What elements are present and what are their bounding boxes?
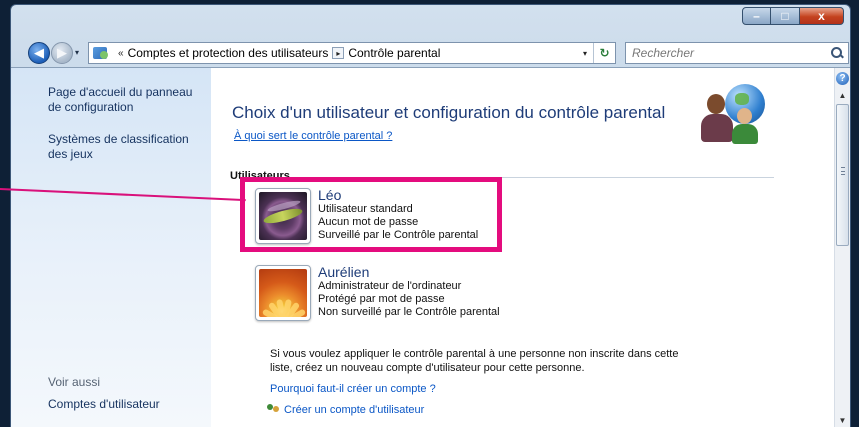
user-password-status: Protégé par mot de passe [318, 293, 445, 305]
users-icon [266, 404, 282, 416]
page-title: Choix d'un utilisateur et configuration … [232, 103, 666, 122]
address-dropdown-icon[interactable]: ▾ [577, 49, 593, 58]
history-dropdown-icon[interactable]: ▾ [75, 48, 79, 57]
minimize-button[interactable]: – [742, 7, 771, 25]
highlight-box [240, 177, 502, 252]
create-account-note: Si vous voulez appliquer le contrôle par… [270, 348, 679, 374]
search-box[interactable]: Rechercher [625, 42, 849, 64]
window-controls: – □ x [742, 7, 844, 25]
navigation-bar: ◀ ▶ ▾ « Comptes et protection des utilis… [11, 37, 850, 65]
address-bar[interactable]: « Comptes et protection des utilisateurs… [88, 42, 616, 64]
sidebar-link-game-ratings[interactable]: Systèmes de classification des jeux [48, 132, 208, 162]
create-account-link[interactable]: Créer un compte d'utilisateur [266, 404, 424, 416]
scrollbar-thumb[interactable] [836, 104, 849, 246]
control-panel-icon [92, 45, 110, 61]
search-icon[interactable] [831, 47, 843, 59]
user-tile-aurelien[interactable]: Aurélien Administrateur de l'ordinateur … [255, 265, 500, 321]
breadcrumb-separator-icon[interactable]: ▸ [332, 47, 345, 59]
user-name[interactable]: Aurélien [318, 265, 500, 280]
maximize-button[interactable]: □ [771, 7, 800, 25]
search-input[interactable]: Rechercher [632, 46, 694, 60]
help-icon[interactable]: ? [836, 72, 849, 85]
create-account-label[interactable]: Créer un compte d'utilisateur [284, 404, 424, 416]
scroll-up-icon[interactable]: ▲ [835, 87, 850, 103]
why-create-account-link[interactable]: Pourquoi faut-il créer un compte ? [270, 383, 436, 395]
close-button[interactable]: x [800, 7, 844, 25]
forward-button[interactable]: ▶ [51, 42, 73, 64]
breadcrumb-accounts[interactable]: Comptes et protection des utilisateurs [128, 46, 329, 60]
back-button[interactable]: ◀ [28, 42, 50, 64]
sidebar-link-control-panel-home[interactable]: Page d'accueil du panneau de configurati… [48, 85, 208, 115]
help-link[interactable]: À quoi sert le contrôle parental ? [234, 130, 392, 142]
breadcrumb-parental-control[interactable]: Contrôle parental [348, 46, 440, 60]
sidebar: Page d'accueil du panneau de configurati… [11, 68, 211, 427]
refresh-button[interactable]: ↻ [593, 43, 615, 63]
user-account-type: Administrateur de l'ordinateur [318, 280, 462, 292]
user-picture-aurelien[interactable] [255, 265, 311, 321]
user-monitoring-status: Non surveillé par le Contrôle parental [318, 306, 500, 318]
parental-control-family-icon [701, 80, 771, 150]
see-also-label: Voir aussi [48, 375, 101, 389]
scroll-down-icon[interactable]: ▼ [835, 412, 850, 427]
vertical-scrollbar[interactable]: ? ▲ ▼ [834, 68, 850, 427]
sidebar-link-user-accounts[interactable]: Comptes d'utilisateur [48, 397, 208, 412]
address-overflow-icon[interactable]: « [118, 48, 124, 59]
